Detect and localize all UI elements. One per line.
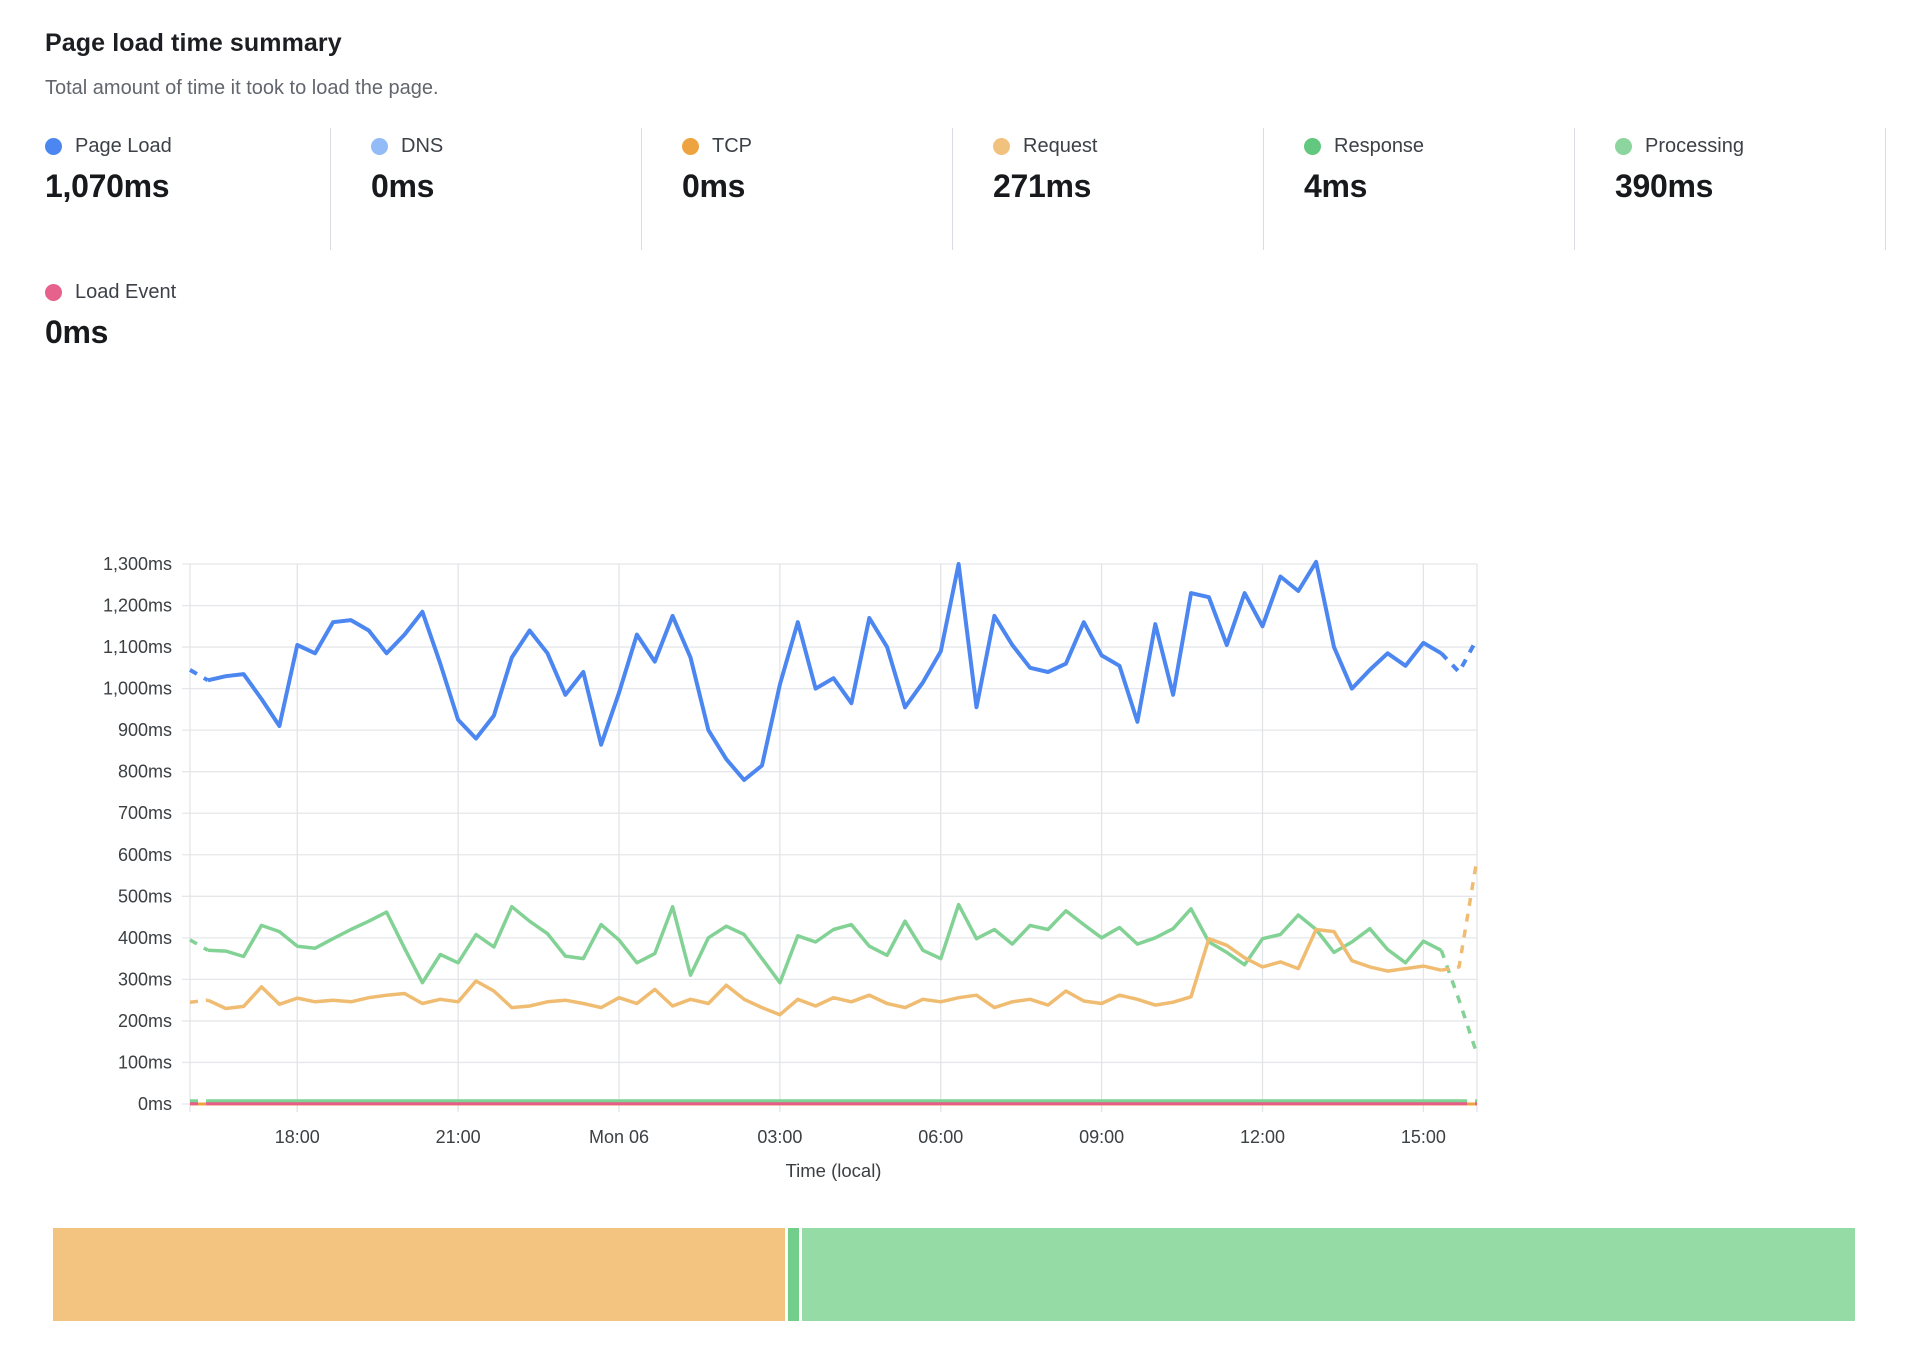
summary-metrics-row-2: Load Event 0ms — [45, 274, 1910, 351]
load-event-dot-icon — [45, 284, 62, 301]
tcp-dot-icon — [682, 138, 699, 155]
legend-item-request: Request 271ms — [953, 128, 1264, 250]
legend-item-page-load: Page Load 1,070ms — [45, 128, 331, 250]
x-tick-label: 12:00 — [1240, 1127, 1285, 1147]
page-load-dot-icon — [45, 138, 62, 155]
x-tick-label: 18:00 — [275, 1127, 320, 1147]
legend-value-response: 4ms — [1304, 168, 1574, 205]
y-tick-label-1000: 1,000ms — [103, 679, 172, 699]
legend-value-dns: 0ms — [371, 168, 641, 205]
page-subtitle: Total amount of time it took to load the… — [45, 74, 1910, 102]
page-title: Page load time summary — [45, 26, 1910, 60]
phase-bar-segment-request — [53, 1228, 785, 1321]
phase-duration-bar[interactable] — [53, 1228, 1855, 1321]
legend-item-response: Response 4ms — [1264, 128, 1575, 250]
legend-item-tcp: TCP 0ms — [642, 128, 953, 250]
x-tick-label: 15:00 — [1401, 1127, 1446, 1147]
x-axis-title: Time (local) — [786, 1160, 882, 1181]
chart-svg[interactable]: 0ms 100ms 200ms 300ms 400ms 500ms 600ms 700ms 80… — [45, 547, 1490, 1197]
series-page_load-dashed-start — [190, 670, 208, 680]
x-tick-label: 21:00 — [436, 1127, 481, 1147]
legend-value-processing: 390ms — [1615, 168, 1885, 205]
y-tick-label-500: 500ms — [118, 886, 172, 906]
legend-value-request: 271ms — [993, 168, 1263, 205]
y-tick-label-100: 100ms — [118, 1052, 172, 1072]
series-page_load-line — [208, 562, 1441, 780]
phase-bar-segment-response — [788, 1228, 799, 1321]
series-request-line — [208, 930, 1441, 1015]
legend-label-request: Request — [1023, 134, 1098, 158]
x-tick-label: 09:00 — [1079, 1127, 1124, 1147]
summary-metrics-row: Page Load 1,070ms DNS 0ms TCP 0ms Request 271ms… — [45, 128, 1886, 250]
y-tick-label-1300: 1,300ms — [103, 554, 172, 574]
y-tick-label-0: 0ms — [138, 1094, 172, 1114]
legend-label-page-load: Page Load — [75, 134, 172, 158]
page-load-time-chart[interactable]: 0ms 100ms 200ms 300ms 400ms 500ms 600ms 700ms 80… — [45, 547, 1910, 1202]
y-tick-label-200: 200ms — [118, 1011, 172, 1031]
series-request-dashed-start — [190, 1000, 208, 1002]
processing-dot-icon — [1615, 138, 1632, 155]
legend-value-page-load: 1,070ms — [45, 168, 330, 205]
x-tick-label: Mon 06 — [589, 1127, 649, 1147]
legend-label-response: Response — [1334, 134, 1424, 158]
series-page_load-dashed-end — [1441, 639, 1477, 672]
legend-label-dns: DNS — [401, 134, 443, 158]
legend-label-processing: Processing — [1645, 134, 1744, 158]
legend-item-processing: Processing 390ms — [1575, 128, 1886, 250]
y-tick-label-1200: 1,200ms — [103, 596, 172, 616]
legend-item-load-event: Load Event 0ms — [45, 274, 1910, 351]
x-tick-label: 06:00 — [918, 1127, 963, 1147]
legend-value-load-event: 0ms — [45, 314, 1910, 351]
legend-label-load-event: Load Event — [75, 280, 176, 304]
response-dot-icon — [1304, 138, 1321, 155]
phase-bar-segment-processing — [802, 1228, 1855, 1321]
y-tick-label-300: 300ms — [118, 969, 172, 989]
y-tick-label-700: 700ms — [118, 803, 172, 823]
y-tick-label-600: 600ms — [118, 845, 172, 865]
y-tick-label-900: 900ms — [118, 720, 172, 740]
dns-dot-icon — [371, 138, 388, 155]
legend-label-tcp: TCP — [712, 134, 752, 158]
series-processing-line — [208, 905, 1441, 983]
legend-item-dns: DNS 0ms — [331, 128, 642, 250]
y-tick-label-1100: 1,100ms — [103, 637, 172, 657]
y-tick-label-800: 800ms — [118, 762, 172, 782]
y-tick-label-400: 400ms — [118, 928, 172, 948]
series-processing-dashed-start — [190, 940, 208, 950]
series-request-dashed-end — [1441, 859, 1477, 970]
x-tick-label: 03:00 — [757, 1127, 802, 1147]
page-load-summary-panel: Page load time summary Total amount of t… — [0, 0, 1910, 1352]
legend-value-tcp: 0ms — [682, 168, 952, 205]
request-dot-icon — [993, 138, 1010, 155]
